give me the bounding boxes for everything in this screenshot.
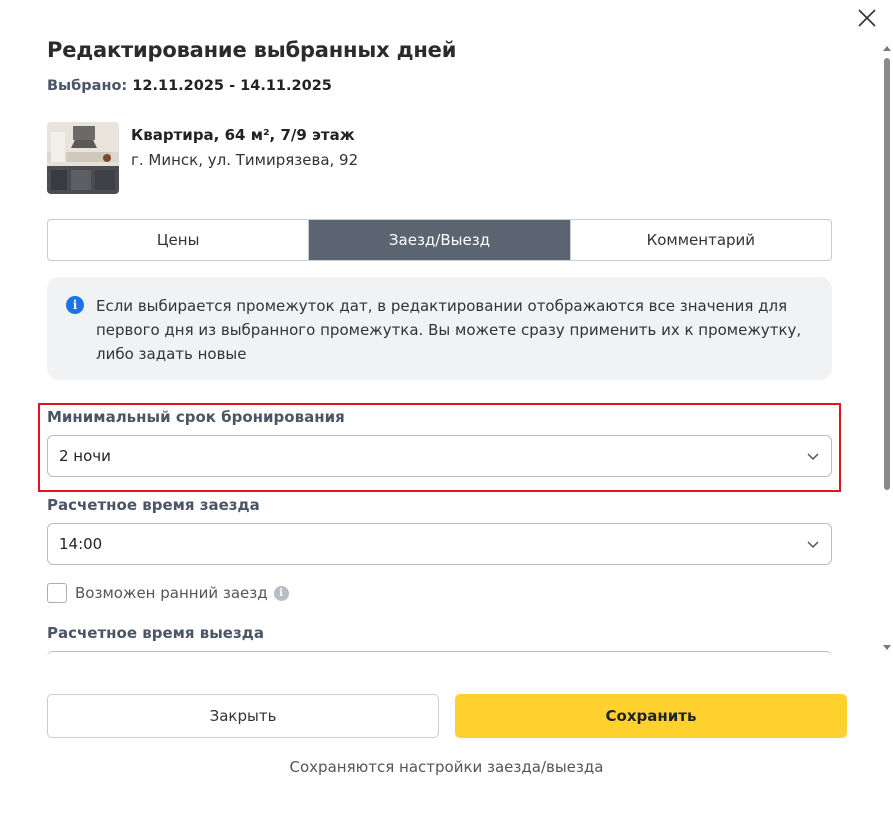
selected-range-value: 12.11.2025 - 14.11.2025 xyxy=(132,78,332,94)
min-stay-select[interactable]: 2 ночи xyxy=(47,435,832,477)
tab-comment[interactable]: Комментарий xyxy=(569,220,831,260)
selected-range: Выбрано: 12.11.2025 - 14.11.2025 xyxy=(47,78,332,94)
property-address: г. Минск, ул. Тимирязева, 92 xyxy=(131,151,359,169)
tab-bar: Цены Заезд/Выезд Комментарий xyxy=(47,219,832,261)
tab-checkin-checkout[interactable]: Заезд/Выезд xyxy=(308,220,570,260)
min-stay-label: Минимальный срок бронирования xyxy=(47,408,345,426)
dialog-title: Редактирование выбранных дней xyxy=(47,38,457,62)
close-button[interactable]: Закрыть xyxy=(47,694,439,738)
property-name: Квартира, 64 м², 7/9 этаж xyxy=(131,126,355,144)
selected-range-label: Выбрано: xyxy=(47,78,128,94)
info-icon: i xyxy=(66,296,84,314)
info-notice: i Если выбирается промежуток дат, в реда… xyxy=(47,277,832,380)
early-checkin-row: Возможен ранний заезд i xyxy=(47,582,289,604)
property-photo xyxy=(47,122,119,194)
chevron-down-icon xyxy=(807,453,819,461)
checkout-time-label: Расчетное время выезда xyxy=(47,624,264,642)
tab-prices[interactable]: Цены xyxy=(48,220,308,260)
checkin-time-value: 14:00 xyxy=(59,535,103,553)
chevron-down-icon xyxy=(807,541,819,549)
checkin-time-label: Расчетное время заезда xyxy=(47,496,260,514)
close-dialog-icon[interactable] xyxy=(855,6,879,30)
footer-note: Сохраняются настройки заезда/выезда xyxy=(289,758,604,776)
checkout-time-select[interactable] xyxy=(47,651,832,657)
scroll-up-arrow-icon[interactable] xyxy=(883,46,891,51)
early-checkin-checkbox[interactable] xyxy=(47,583,67,603)
scroll-down-arrow-icon[interactable] xyxy=(883,645,891,650)
info-help-icon[interactable]: i xyxy=(273,585,289,601)
info-text: Если выбирается промежуток дат, в редакт… xyxy=(96,297,802,363)
scrollbar[interactable] xyxy=(881,40,893,652)
checkin-time-select[interactable]: 14:00 xyxy=(47,523,832,565)
save-button[interactable]: Сохранить xyxy=(455,694,847,738)
early-checkin-label[interactable]: Возможен ранний заезд xyxy=(75,584,268,602)
scroll-thumb[interactable] xyxy=(884,58,890,490)
min-stay-value: 2 ночи xyxy=(59,447,111,465)
